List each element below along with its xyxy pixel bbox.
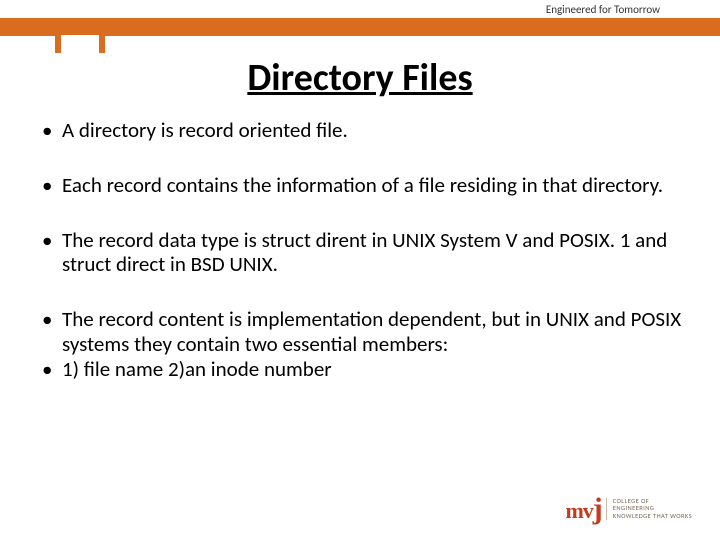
bullet-item: The record data type is struct dirent in… <box>36 228 684 278</box>
bullet-item: A directory is record oriented file. <box>36 118 684 143</box>
bullet-item: The record content is implementation dep… <box>36 307 684 357</box>
content-area: A directory is record oriented file. Eac… <box>36 118 684 411</box>
tagline: Engineered for Tomorrow <box>546 3 660 16</box>
bullet-item: 1) file name 2)an inode number <box>36 357 684 382</box>
header-bar <box>0 18 720 36</box>
slide-title: Directory Files <box>0 55 720 101</box>
logo-text: COLLEGE OF ENGINEERING KNOWLEDGE THAT WO… <box>606 498 692 519</box>
footer-logo: mvj COLLEGE OF ENGINEERING KNOWLEDGE THA… <box>565 492 692 526</box>
bullet-list: A directory is record oriented file. Eac… <box>36 118 684 381</box>
logo-mark-j: j <box>593 492 602 525</box>
logo-line3: KNOWLEDGE THAT WORKS <box>613 513 692 520</box>
notch-inner <box>61 35 99 53</box>
logo-mark: mvj <box>565 492 601 526</box>
bullet-item: Each record contains the information of … <box>36 173 684 198</box>
slide: Engineered for Tomorrow Directory Files … <box>0 0 720 540</box>
logo-mark-prefix: mv <box>565 498 592 523</box>
